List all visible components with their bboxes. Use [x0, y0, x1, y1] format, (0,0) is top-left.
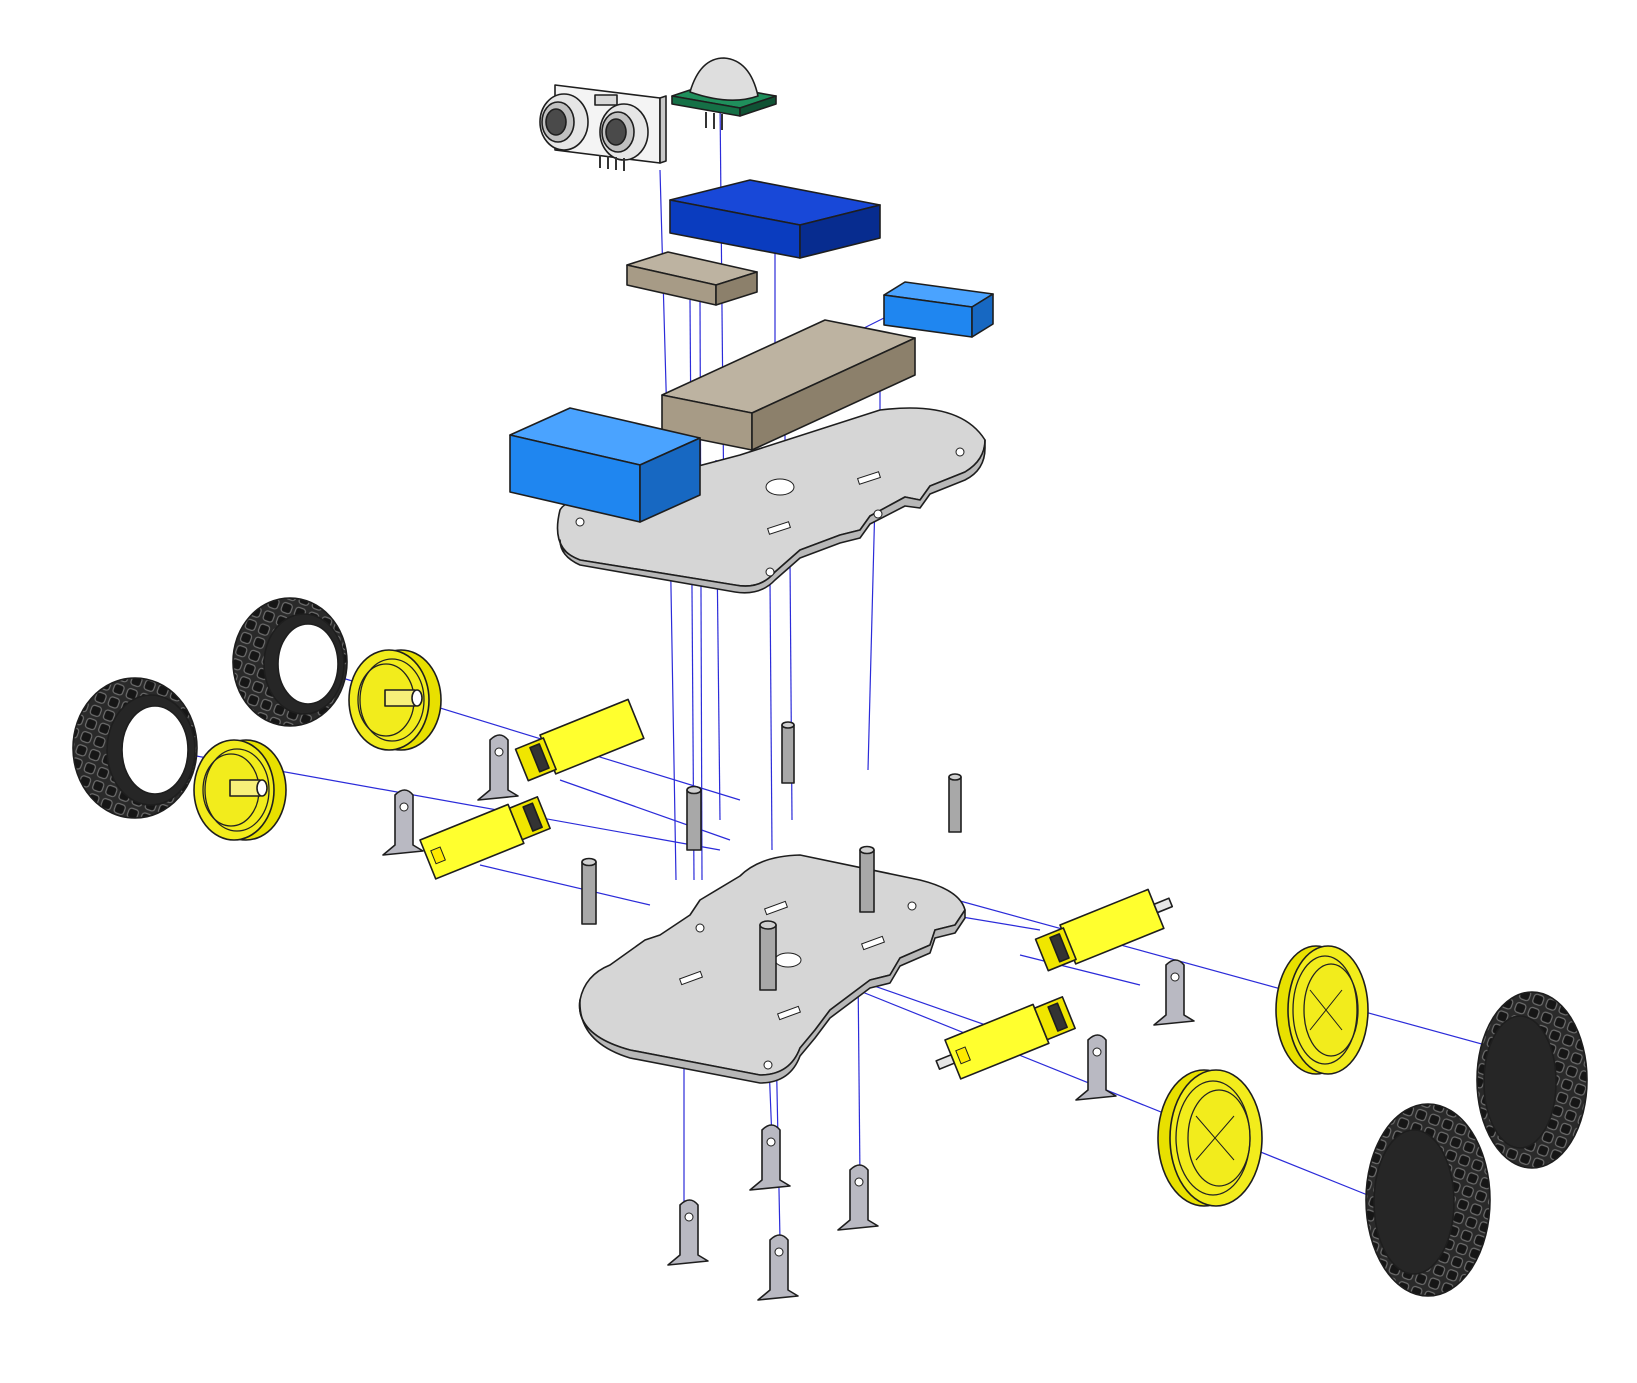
- motor-driver-board: [669, 179, 881, 259]
- right-gear-motors: [935, 888, 1174, 1080]
- wheel-icon: [348, 649, 442, 751]
- bracket-plate: [749, 1124, 791, 1191]
- upper-plate-screw-hole: [575, 517, 585, 527]
- motor-shaft: [935, 1054, 956, 1070]
- pir-dome: [689, 57, 759, 101]
- guide-line: [867, 499, 876, 771]
- ultrasonic-transducer: [599, 103, 649, 161]
- lower-plate-hole: [774, 952, 802, 968]
- standoff-cap: [859, 845, 875, 855]
- gearbox-body: [539, 698, 645, 775]
- bracket-plate: [837, 1164, 879, 1231]
- tire-sidewall: [1373, 1129, 1455, 1275]
- bracket-plate: [1075, 1034, 1117, 1101]
- exploded-assembly-diagram: [72, 57, 1588, 1301]
- bracket-hole: [774, 1247, 784, 1257]
- lower-plate-screw-hole: [695, 923, 705, 933]
- tire-icon: [1365, 1103, 1491, 1297]
- motor-bracket: [382, 789, 424, 856]
- pir-sensor-icon: [671, 57, 777, 130]
- upper-plate-hole: [765, 478, 795, 496]
- standoff-body: [686, 789, 702, 851]
- gearbox-body: [419, 803, 525, 880]
- bracket-hole: [494, 747, 504, 757]
- standoff: [948, 773, 962, 833]
- standoff: [686, 785, 702, 851]
- standoff-body: [948, 776, 962, 833]
- hub-front: [1287, 945, 1369, 1075]
- bracket-hole: [684, 1212, 694, 1222]
- bracket-hole: [854, 1177, 864, 1187]
- wheel-icon: [1275, 945, 1369, 1075]
- upper-plate-screw-hole: [765, 567, 775, 577]
- guide-line: [857, 969, 861, 1181]
- tire-sidewall: [1483, 1015, 1557, 1149]
- hub-bore: [256, 779, 268, 797]
- gear-motor-icon: [514, 698, 645, 782]
- bracket-plate: [1153, 959, 1195, 1026]
- hub-axle: [229, 779, 261, 797]
- standoff-cap: [686, 785, 702, 795]
- bracket-plate: [477, 734, 519, 801]
- tire-icon: [232, 597, 348, 727]
- standoff-cap: [759, 920, 777, 930]
- ultrasonic-crystal: [594, 94, 618, 106]
- standoff-cap: [948, 773, 962, 781]
- upper-plate-screw-hole: [873, 509, 883, 519]
- bracket-hole: [399, 802, 409, 812]
- gear-motor-icon: [1034, 888, 1174, 972]
- tire-icon: [72, 677, 198, 819]
- motor-shaft: [1153, 897, 1174, 914]
- hub-bore: [411, 689, 423, 707]
- tire-bore: [121, 705, 189, 795]
- motor-bracket: [1153, 959, 1195, 1026]
- tire-icon: [1476, 991, 1588, 1169]
- standoff-body: [581, 861, 597, 925]
- standoff-body: [759, 924, 777, 991]
- tire-bore: [277, 623, 339, 705]
- motor-bracket: [837, 1164, 879, 1231]
- bracket-plate: [667, 1199, 709, 1266]
- gear-motor-icon: [935, 996, 1076, 1080]
- standoff-cap: [781, 721, 795, 729]
- motor-bracket: [477, 734, 519, 801]
- lower-plate-screw-hole: [907, 901, 917, 911]
- standoff-cap: [581, 857, 597, 867]
- bracket-plate: [382, 789, 424, 856]
- bracket-plate: [757, 1234, 799, 1301]
- standoff: [581, 857, 597, 925]
- motor-bracket: [1075, 1034, 1117, 1101]
- wheel-icon: [193, 739, 287, 841]
- bracket-hole: [1170, 972, 1180, 982]
- motor-bracket: [667, 1199, 709, 1266]
- left-gear-motors: [419, 698, 645, 880]
- robot-car-exploded-view: [0, 0, 1637, 1383]
- hub-axle: [384, 689, 416, 707]
- upper-plate-screw-hole: [955, 447, 965, 457]
- standoff-body: [859, 849, 875, 913]
- guide-line: [479, 864, 651, 906]
- ultrasonic-board-edge: [659, 95, 667, 164]
- wheel-icon: [1157, 1069, 1263, 1207]
- motor-bracket: [749, 1124, 791, 1191]
- motor-bracket: [757, 1234, 799, 1301]
- small-blue-module: [883, 281, 994, 338]
- ultrasonic-transducer: [539, 93, 589, 151]
- standoff: [759, 920, 777, 991]
- guide-line: [719, 99, 725, 521]
- guide-line: [769, 579, 773, 851]
- bracket-hole: [1092, 1047, 1102, 1057]
- ultrasonic-sensor-icon: [539, 84, 667, 171]
- small-tan-module: [626, 251, 758, 306]
- standoff: [781, 721, 795, 784]
- lower-plate-screw-hole: [763, 1060, 773, 1070]
- standoff: [859, 845, 875, 913]
- bracket-hole: [766, 1137, 776, 1147]
- standoff-body: [781, 724, 795, 784]
